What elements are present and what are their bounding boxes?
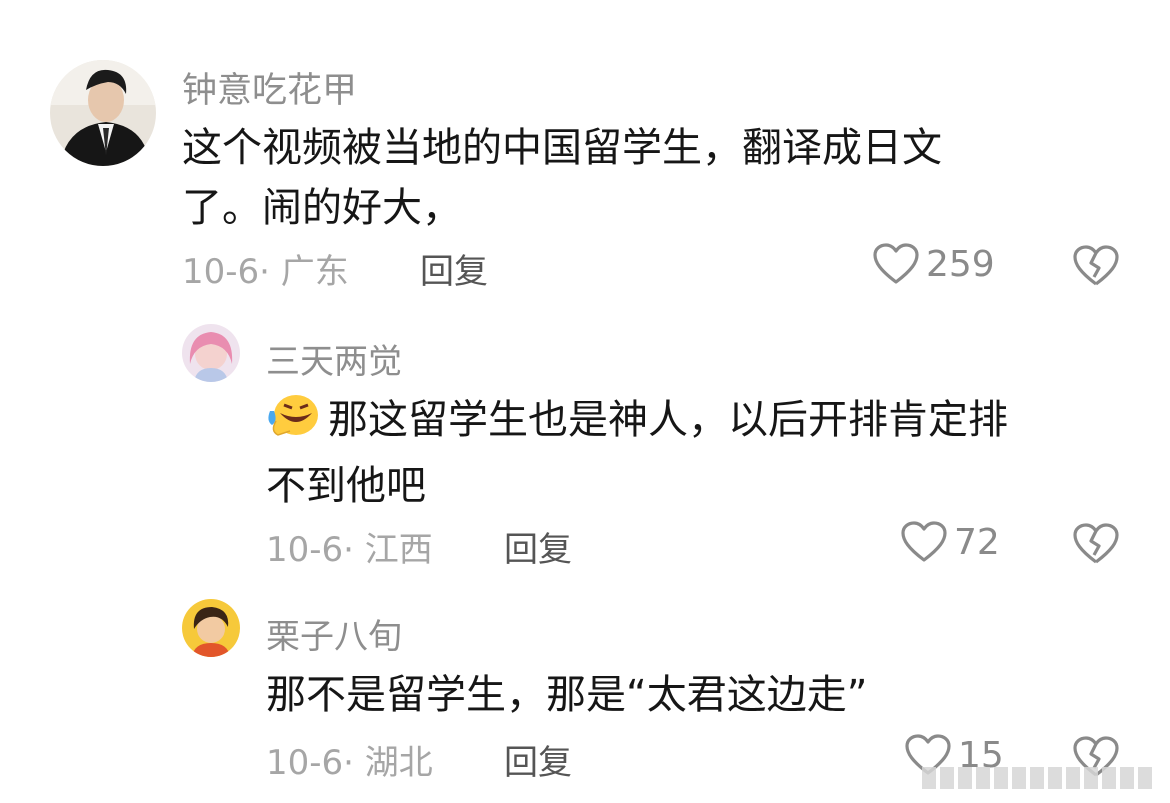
comment-text-line: 这个视频被当地的中国留学生，翻译成日文: [182, 125, 942, 171]
like-button[interactable]: 72: [900, 520, 1000, 564]
comment-username[interactable]: 栗子八旬: [266, 609, 402, 658]
laughing-tears-emoji: [266, 391, 322, 456]
watermark-block: [1048, 767, 1062, 789]
comment-text-line: 不到他吧: [266, 463, 426, 509]
watermark-block: [1138, 767, 1152, 789]
reply-comment-item: 三天两觉 那这留学生也是神人，以后开排肯定排 不到他吧 10-6· 江西 回复 …: [0, 300, 1170, 575]
watermark-block: [976, 767, 990, 789]
comment-username[interactable]: 钟意吃花甲: [182, 62, 357, 113]
broken-heart-icon: [1072, 244, 1120, 288]
watermark-block: [1120, 767, 1134, 789]
comment-item: 钟意吃花甲 这个视频被当地的中国留学生，翻译成日文 了。闹的好大， 10-6· …: [0, 0, 1170, 300]
heart-outline-icon: [900, 520, 948, 564]
watermark-block: [1084, 767, 1098, 789]
watermark: [922, 767, 1152, 789]
comment-username[interactable]: 三天两觉: [266, 334, 402, 383]
comment-date-location: 10-6· 江西: [266, 530, 433, 570]
comment-date-location: 10-6· 广东: [182, 252, 349, 292]
avatar[interactable]: [182, 324, 240, 382]
comment-text: 那不是留学生，那是“太君这边走”: [266, 665, 867, 725]
like-count: 72: [954, 521, 1000, 563]
like-count: 259: [926, 243, 995, 285]
comment-text-line: 那这留学生也是神人，以后开排肯定排: [266, 390, 1008, 456]
comment-text: 这个视频被当地的中国留学生，翻译成日文 了。闹的好大，: [182, 118, 942, 238]
dislike-button[interactable]: [1072, 244, 1120, 288]
watermark-block: [994, 767, 1008, 789]
broken-heart-icon: [1072, 522, 1120, 566]
reply-button[interactable]: 回复: [504, 522, 572, 571]
watermark-block: [922, 767, 936, 789]
heart-outline-icon: [872, 242, 920, 286]
comment-text: 那这留学生也是神人，以后开排肯定排 不到他吧: [266, 390, 1008, 516]
reply-button[interactable]: 回复: [420, 244, 488, 293]
avatar[interactable]: [50, 60, 156, 166]
reply-button[interactable]: 回复: [504, 735, 572, 784]
comment-date-location: 10-6· 湖北: [266, 743, 433, 783]
watermark-block: [1102, 767, 1116, 789]
comment-text-line: 那不是留学生，那是“太君这边走”: [266, 672, 868, 718]
watermark-block: [1066, 767, 1080, 789]
watermark-block: [1012, 767, 1026, 789]
like-button[interactable]: 259: [872, 242, 995, 286]
comment-text-line-content: 那这留学生也是神人，以后开排肯定排: [328, 397, 1008, 443]
watermark-block: [1030, 767, 1044, 789]
avatar[interactable]: [182, 599, 240, 657]
comment-text-line: 了。闹的好大，: [182, 185, 462, 231]
watermark-block: [958, 767, 972, 789]
dislike-button[interactable]: [1072, 522, 1120, 566]
watermark-block: [940, 767, 954, 789]
